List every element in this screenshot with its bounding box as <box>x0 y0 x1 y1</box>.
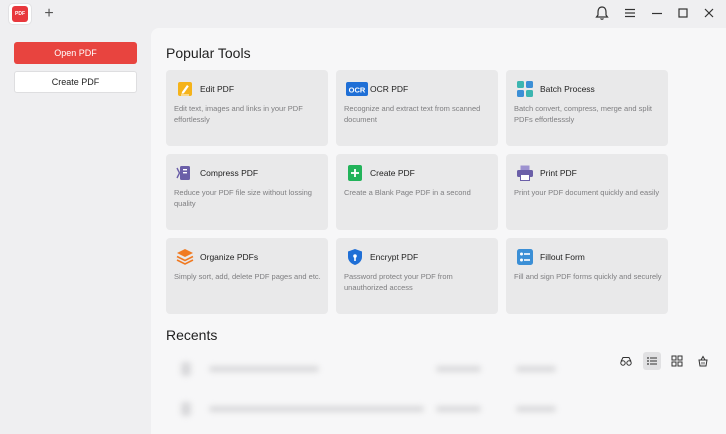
batch-icon <box>516 80 534 98</box>
maximize-icon[interactable] <box>673 5 693 23</box>
tool-card-ocr-pdf[interactable]: OCR OCR PDF Recognize and extract text f… <box>336 70 498 146</box>
tool-card-encrypt-pdf[interactable]: Encrypt PDF Password protect your PDF fr… <box>336 238 498 314</box>
tool-title: Compress PDF <box>200 168 259 178</box>
file-icon <box>181 402 191 416</box>
create-icon <box>346 164 364 182</box>
tool-description: Print your PDF document quickly and easi… <box>514 188 660 197</box>
edit-icon <box>176 80 194 98</box>
tool-card-compress-pdf[interactable]: Compress PDF Reduce your PDF file size w… <box>166 154 328 230</box>
ocr-icon: OCR <box>346 80 368 98</box>
file-size-placeholder <box>516 406 556 412</box>
file-icon <box>181 362 191 376</box>
file-size-placeholder <box>516 366 556 372</box>
organize-icon <box>176 248 194 266</box>
tool-title: Create PDF <box>370 168 415 178</box>
file-date-placeholder <box>436 406 481 412</box>
tool-description: Simply sort, add, delete PDF pages and e… <box>174 272 321 281</box>
notification-bell-icon[interactable] <box>592 5 612 23</box>
file-name-placeholder <box>209 406 424 412</box>
tool-title: OCR PDF <box>370 84 409 94</box>
tool-description: Batch convert, compress, merge and split… <box>514 104 652 124</box>
encrypt-icon <box>346 248 364 266</box>
popular-tools-heading: Popular Tools <box>166 45 251 61</box>
open-pdf-button[interactable]: Open PDF <box>14 42 137 64</box>
tool-title: Organize PDFs <box>200 252 259 262</box>
tool-description: Password protect your PDF from unauthori… <box>344 272 453 292</box>
tool-card-edit-pdf[interactable]: Edit PDF Edit text, images and links in … <box>166 70 328 146</box>
tool-title: Fillout Form <box>540 252 585 262</box>
svg-text:OCR: OCR <box>349 86 366 95</box>
title-bar: PDF + <box>0 0 726 28</box>
tool-card-print-pdf[interactable]: Print PDF Print your PDF document quickl… <box>506 154 668 230</box>
new-tab-button[interactable]: + <box>40 5 58 23</box>
tool-title: Encrypt PDF <box>370 252 419 262</box>
tool-title: Print PDF <box>540 168 577 178</box>
compress-icon <box>176 164 194 182</box>
recents-list-blurred <box>151 348 726 434</box>
tool-card-fillout-form[interactable]: Fillout Form Fill and sign PDF forms qui… <box>506 238 668 314</box>
pdf-logo-icon: PDF <box>12 6 28 22</box>
recents-heading: Recents <box>166 327 218 343</box>
tool-description: Reduce your PDF file size without lossin… <box>174 188 312 208</box>
sidebar: Open PDF Create PDF <box>0 28 150 434</box>
create-pdf-button[interactable]: Create PDF <box>14 71 137 93</box>
tool-title: Batch Process <box>540 84 595 94</box>
tool-description: Fill and sign PDF forms quickly and secu… <box>514 272 662 281</box>
form-icon <box>516 248 534 266</box>
tool-description: Edit text, images and links in your PDF … <box>174 104 303 124</box>
file-date-placeholder <box>436 366 481 372</box>
tool-card-organize-pdfs[interactable]: Organize PDFs Simply sort, add, delete P… <box>166 238 328 314</box>
menu-icon[interactable] <box>620 5 640 23</box>
close-icon[interactable] <box>699 5 719 23</box>
tool-card-batch-process[interactable]: Batch Process Batch convert, compress, m… <box>506 70 668 146</box>
file-name-placeholder <box>209 366 319 372</box>
tool-description: Create a Blank Page PDF in a second <box>344 188 471 197</box>
tool-card-create-pdf[interactable]: Create PDF Create a Blank Page PDF in a … <box>336 154 498 230</box>
tool-description: Recognize and extract text from scanned … <box>344 104 481 124</box>
minimize-icon[interactable] <box>647 5 667 23</box>
tool-title: Edit PDF <box>200 84 235 94</box>
print-icon <box>516 164 534 182</box>
app-logo-tab[interactable]: PDF <box>9 4 31 24</box>
